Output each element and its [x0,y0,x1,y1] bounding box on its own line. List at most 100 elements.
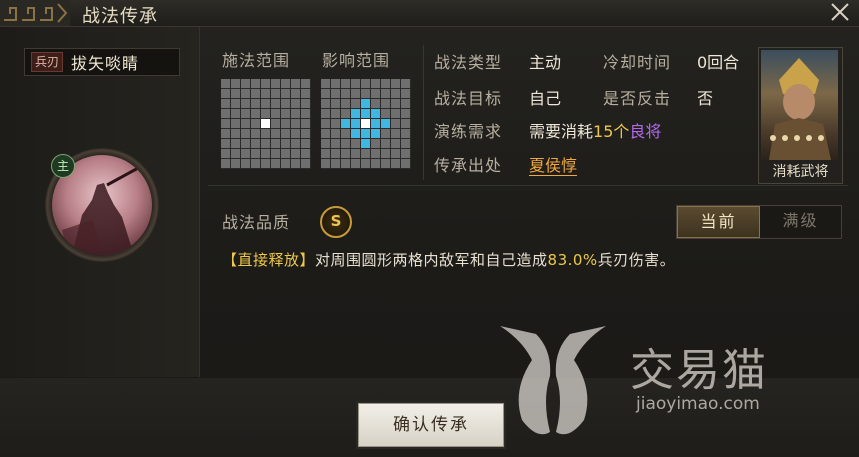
header-ornament-icon [0,0,70,26]
grid-cell [271,159,280,168]
grid-cell [331,89,340,98]
grid-cell [231,119,240,128]
grid-cell [251,99,260,108]
grid-cell [381,129,390,138]
grid-cell [291,109,300,118]
grid-cell [331,129,340,138]
grid-cell [361,79,370,88]
tab-current-level[interactable]: 当前 [677,206,760,238]
grid-cell [401,139,410,148]
grid-cell [351,149,360,158]
grid-cell [401,119,410,128]
grid-cell [271,139,280,148]
grid-cell [281,139,290,148]
grid-cell [251,159,260,168]
cooldown-value: 0回合 [697,53,740,72]
grid-cell [221,79,230,88]
grid-cell [231,149,240,158]
grid-cell [231,99,240,108]
grid-cell [281,89,290,98]
grid-cell [271,89,280,98]
grid-cell [301,139,310,148]
grid-cell [281,79,290,88]
dialog-header: 战法传承 [0,0,859,27]
grid-cell [391,79,400,88]
grid-cell [391,149,400,158]
grid-cell [241,89,250,98]
grid-cell [381,99,390,108]
skill-name: 拔矢啖睛 [71,54,140,73]
source-label: 传承出处 [434,156,503,175]
grid-cell [361,129,370,138]
level-toggle: 当前 满级 [676,205,842,239]
hero-portrait [761,50,838,160]
grid-cell [281,119,290,128]
dialog-title: 战法传承 [82,6,158,27]
grid-cell [401,79,410,88]
counter-value: 否 [697,89,714,108]
close-icon[interactable] [829,1,851,23]
grid-cell [241,149,250,158]
general-portrait-icon [769,58,831,160]
grid-cell [251,109,260,118]
grid-cell [351,79,360,88]
grid-cell [251,139,260,148]
grid-cell [381,109,390,118]
grid-cell [321,89,330,98]
grid-cell [291,159,300,168]
grid-cell [381,149,390,158]
skill-type-badge: 兵刃 [31,52,64,72]
grid-cell [231,89,240,98]
grid-cell [241,159,250,168]
grid-cell [261,99,270,108]
source-hero-link[interactable]: 夏侯惇 [529,156,578,176]
grid-cell [331,99,340,108]
watermark-url: jiaoyimao.com [636,394,760,414]
grid-cell [341,119,350,128]
grid-cell [221,129,230,138]
consume-hero-card[interactable]: 消耗武将 [758,47,843,184]
skill-inherit-dialog: 战法传承 兵刃 拔矢啖睛 主 施法范围 影响范围 战法类型 主动 冷却时间 0回… [0,0,859,457]
effect-range-grid [321,79,411,169]
grid-cell [231,129,240,138]
grid-cell [351,139,360,148]
skill-summary-panel: 兵刃 拔矢啖睛 主 [0,27,200,377]
grid-cell [271,129,280,138]
grid-cell [241,99,250,108]
grid-cell [271,99,280,108]
grid-cell [271,119,280,128]
grid-cell [321,79,330,88]
grid-cell [371,149,380,158]
grid-cell [241,109,250,118]
grid-cell [321,109,330,118]
grid-cell [341,109,350,118]
grid-cell [381,119,390,128]
grid-cell [351,99,360,108]
confirm-inherit-button[interactable]: 确认传承 [358,403,504,447]
grid-cell [391,139,400,148]
grid-cell [271,149,280,158]
grid-cell [391,99,400,108]
grid-cell [241,139,250,148]
grid-cell [291,119,300,128]
grid-cell [371,109,380,118]
grid-cell [331,159,340,168]
grid-cell [371,159,380,168]
cat-logo-icon [500,326,606,435]
tab-max-level[interactable]: 满级 [760,206,841,238]
grid-cell [291,89,300,98]
grid-cell [261,119,270,128]
grid-cell [221,149,230,158]
skill-type-value: 主动 [529,53,562,72]
source-value-wrap: 夏侯惇 [529,152,578,176]
grid-cell [321,119,330,128]
grid-cell [351,159,360,168]
cast-range-label: 施法范围 [222,51,291,70]
effect-range-label: 影响范围 [322,51,391,70]
train-label: 演练需求 [434,122,503,141]
grid-cell [291,99,300,108]
grid-cell [291,79,300,88]
grid-cell [301,79,310,88]
grid-cell [301,159,310,168]
info-divider [423,45,424,180]
